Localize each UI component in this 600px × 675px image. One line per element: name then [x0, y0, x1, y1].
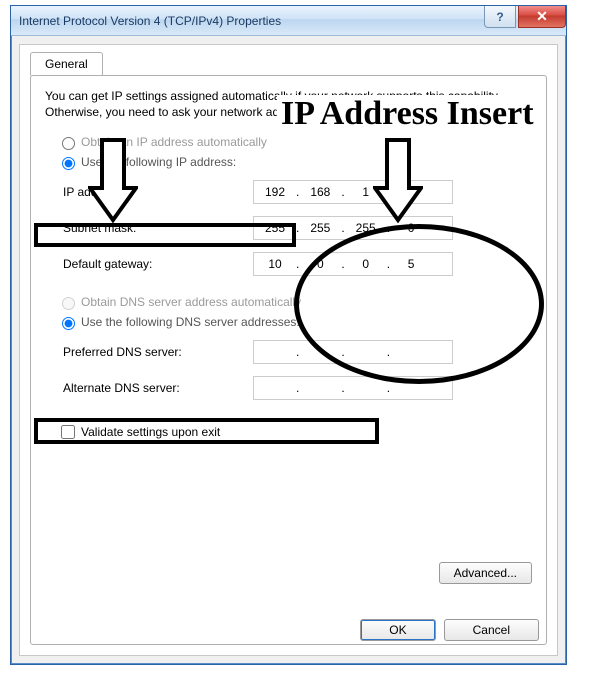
dns-group: Preferred DNS server: . . . Alternate DN…	[63, 340, 532, 400]
radio-dns-manual-label: Use the following DNS server addresses:	[81, 315, 300, 329]
radio-dns-auto-input	[62, 297, 75, 310]
dialog-buttons: OK Cancel	[360, 619, 539, 641]
label-alternate-dns: Alternate DNS server:	[63, 381, 253, 395]
dialog-window: Internet Protocol Version 4 (TCP/IPv4) P…	[10, 5, 567, 665]
subnet-oct4[interactable]	[392, 221, 430, 235]
cancel-button[interactable]: Cancel	[444, 619, 539, 641]
input-alternate-dns[interactable]: . . .	[253, 376, 453, 400]
advanced-button[interactable]: Advanced...	[439, 562, 532, 584]
radio-ip-manual-label: Use the following IP address:	[81, 155, 236, 169]
radio-ip-manual[interactable]: Use the following IP address:	[57, 154, 520, 170]
advanced-row: Advanced...	[439, 562, 532, 584]
subnet-oct2[interactable]	[301, 221, 339, 235]
close-icon: ✕	[536, 8, 548, 25]
radio-dns-manual[interactable]: Use the following DNS server addresses:	[57, 314, 520, 330]
label-subnet: Subnet mask:	[63, 221, 253, 235]
window-buttons: ? ✕	[484, 6, 566, 28]
ok-button[interactable]: OK	[360, 619, 435, 641]
input-ip-address[interactable]: . . .	[253, 180, 453, 204]
window-title: Internet Protocol Version 4 (TCP/IPv4) P…	[11, 14, 281, 28]
pref-dns-oct3[interactable]	[347, 345, 385, 359]
pref-dns-oct2[interactable]	[301, 345, 339, 359]
subnet-oct3[interactable]	[347, 221, 385, 235]
label-preferred-dns: Preferred DNS server:	[63, 345, 253, 359]
client-area: General You can get IP settings assigned…	[19, 44, 558, 656]
gateway-oct1[interactable]	[256, 257, 294, 271]
tab-general[interactable]: General	[30, 52, 103, 76]
radio-ip-auto-input[interactable]	[62, 137, 75, 150]
gateway-oct3[interactable]	[347, 257, 385, 271]
ip-group: IP address: . . . Subnet mask: . . . Def…	[63, 180, 532, 276]
alt-dns-oct1[interactable]	[256, 381, 294, 395]
help-icon: ?	[496, 10, 503, 24]
radio-ip-auto-label: Obtain an IP address automatically	[81, 135, 267, 149]
label-gateway: Default gateway:	[63, 257, 253, 271]
gateway-oct4[interactable]	[392, 257, 430, 271]
titlebar[interactable]: Internet Protocol Version 4 (TCP/IPv4) P…	[11, 6, 566, 36]
ip-address-oct4[interactable]	[392, 185, 430, 199]
input-subnet[interactable]: . . .	[253, 216, 453, 240]
ip-address-oct1[interactable]	[256, 185, 294, 199]
close-button[interactable]: ✕	[518, 6, 566, 28]
radio-ip-auto[interactable]: Obtain an IP address automatically	[57, 134, 520, 150]
alt-dns-oct3[interactable]	[347, 381, 385, 395]
pref-dns-oct4[interactable]	[392, 345, 430, 359]
radio-dns-auto-label: Obtain DNS server address automatically	[81, 295, 301, 309]
label-ip-address: IP address:	[63, 185, 253, 199]
validate-label: Validate settings upon exit	[81, 425, 220, 439]
alt-dns-oct2[interactable]	[301, 381, 339, 395]
alt-dns-oct4[interactable]	[392, 381, 430, 395]
radio-ip-manual-input[interactable]	[62, 157, 75, 170]
input-gateway[interactable]: . . .	[253, 252, 453, 276]
subnet-oct1[interactable]	[256, 221, 294, 235]
description-text: You can get IP settings assigned automat…	[45, 88, 532, 120]
help-button[interactable]: ?	[484, 6, 516, 28]
input-preferred-dns[interactable]: . . .	[253, 340, 453, 364]
ip-address-oct3[interactable]	[347, 185, 385, 199]
radio-dns-manual-input[interactable]	[62, 317, 75, 330]
tab-panel-general: You can get IP settings assigned automat…	[30, 75, 547, 645]
validate-checkbox-row[interactable]: Validate settings upon exit	[57, 422, 532, 442]
gateway-oct2[interactable]	[301, 257, 339, 271]
ip-address-oct2[interactable]	[301, 185, 339, 199]
tabstrip: General	[30, 44, 103, 68]
radio-dns-auto: Obtain DNS server address automatically	[57, 294, 520, 310]
pref-dns-oct1[interactable]	[256, 345, 294, 359]
validate-checkbox[interactable]	[61, 425, 75, 439]
